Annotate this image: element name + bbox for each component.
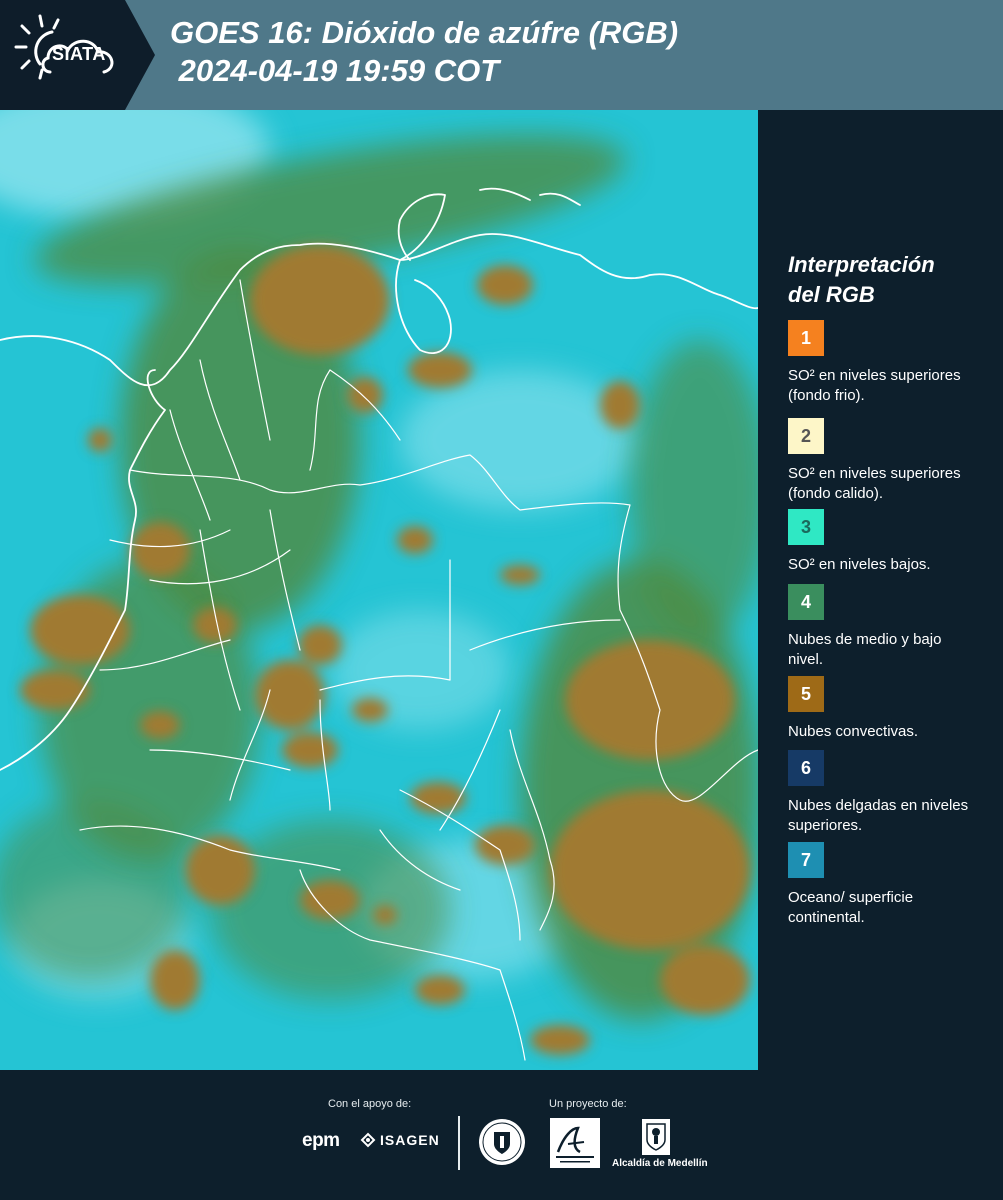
legend-swatch-6: 6 bbox=[788, 750, 824, 786]
project-label: Un proyecto de: bbox=[549, 1098, 627, 1110]
legend-item-6: 6 Nubes delgadas en niveles superiores. bbox=[788, 750, 988, 840]
legend-label-7: Oceano/ superficie continental. bbox=[788, 889, 914, 926]
area-metropolitana-mark-icon bbox=[556, 1126, 594, 1163]
header-bar: SIATA GOES 16: Dióxido de azúfre (RGB) 2… bbox=[0, 0, 1003, 110]
title-line-2: 2024-04-19 19:59 COT bbox=[170, 53, 500, 88]
legend-item-1: 1 SO² en niveles superiores (fondo frio)… bbox=[788, 320, 988, 410]
footer-divider bbox=[458, 1116, 460, 1170]
legend-label-2: SO² en niveles superiores (fondo calido)… bbox=[788, 465, 961, 502]
legend-label-4: Nubes de medio y bajo nivel. bbox=[788, 631, 942, 668]
legend-swatch-4: 4 bbox=[788, 584, 824, 620]
legend-item-2: 2 SO² en niveles superiores (fondo calid… bbox=[788, 418, 988, 508]
legend-panel: Interpretación del RGB 1 SO² en niveles … bbox=[758, 110, 1003, 1070]
support-label: Con el apoyo de: bbox=[328, 1098, 412, 1110]
medellin-seal-icon bbox=[479, 1119, 525, 1165]
legend-swatch-5: 5 bbox=[788, 676, 824, 712]
legend-label-1: SO² en niveles superiores (fondo frio). bbox=[788, 367, 961, 404]
alcaldia-logo-text: Alcaldía de Medellín bbox=[612, 1158, 708, 1169]
legend-swatch-7: 7 bbox=[788, 842, 824, 878]
legend-item-7: 7 Oceano/ superficie continental. bbox=[788, 842, 988, 932]
legend-swatch-1: 1 bbox=[788, 320, 824, 356]
legend-title-line-1: Interpretación bbox=[788, 252, 935, 277]
footer-bar: Con el apoyo de: Un proyecto de: epm ISA… bbox=[0, 1070, 1003, 1200]
area-metropolitana-logo bbox=[550, 1118, 600, 1168]
legend-title-line-2: del RGB bbox=[788, 282, 875, 307]
page-title: GOES 16: Dióxido de azúfre (RGB) 2024-04… bbox=[170, 14, 678, 90]
legend-swatch-3: 3 bbox=[788, 509, 824, 545]
epm-logo: epm bbox=[302, 1130, 340, 1151]
siata-logo: SIATA bbox=[0, 0, 155, 110]
legend-item-4: 4 Nubes de medio y bajo nivel. bbox=[788, 584, 988, 674]
siata-logo-text: SIATA bbox=[52, 44, 106, 64]
legend-title: Interpretación del RGB bbox=[788, 250, 998, 310]
legend-label-6: Nubes delgadas en niveles superiores. bbox=[788, 797, 969, 834]
title-line-1: GOES 16: Dióxido de azúfre (RGB) bbox=[170, 15, 679, 50]
legend-swatch-2: 2 bbox=[788, 418, 824, 454]
isagen-mark-icon bbox=[360, 1132, 376, 1148]
isagen-logo: ISAGEN bbox=[360, 1132, 440, 1148]
rgb-satellite-image bbox=[0, 110, 758, 1070]
isagen-logo-text: ISAGEN bbox=[380, 1132, 440, 1148]
medellin-crest-icon bbox=[642, 1119, 670, 1155]
satellite-map bbox=[0, 110, 758, 1070]
